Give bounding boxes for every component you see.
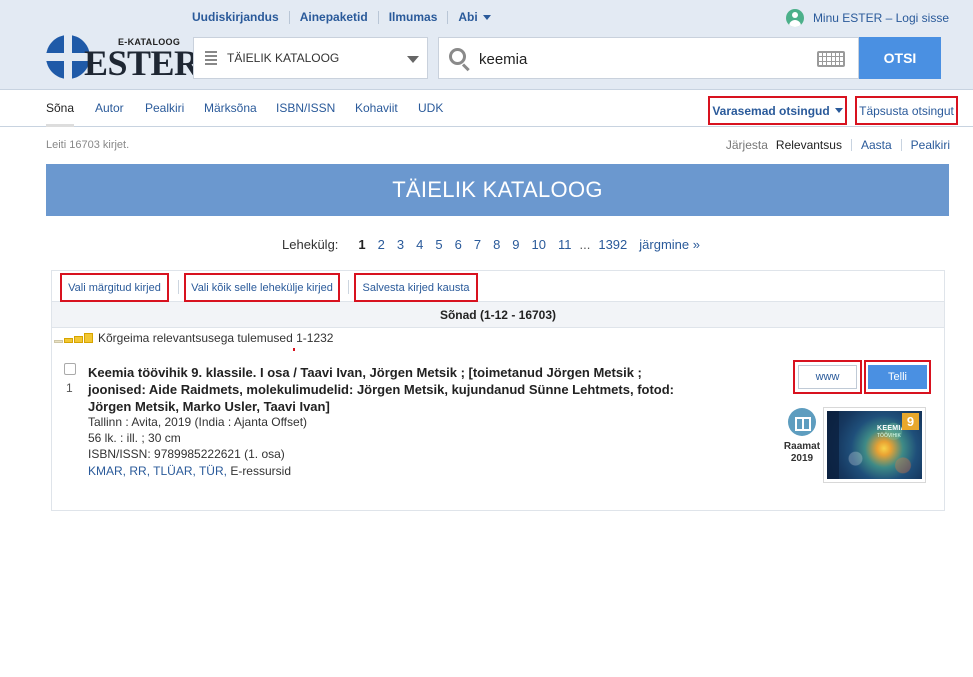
sort-relevance[interactable]: Relevantsus (776, 139, 851, 151)
header: Uudiskirjandus Ainepaketid Ilmumas Abi M… (0, 0, 973, 90)
holding-link-rr[interactable]: RR, (129, 464, 150, 478)
relevance-info: Kõrgeima relevantsusega tulemused 1-1232 (54, 331, 333, 345)
record-checkbox[interactable] (64, 363, 76, 375)
cover-subtitle: TÖÖVIHIK (877, 433, 901, 439)
pagination-label: Lehekülg: (282, 237, 339, 252)
page-2[interactable]: 2 (378, 237, 385, 252)
results-panel: Vali märgitud kirjed Vali kõik selle leh… (51, 270, 945, 511)
toolbar-divider (178, 280, 179, 294)
previous-searches-label: Varasemad otsingud (712, 103, 830, 118)
save-to-folder-button[interactable]: Salvesta kirjed kausta (354, 273, 478, 302)
catalog-select-value: TÄIELIK KATALOOG (227, 51, 340, 65)
book-cover-image[interactable]: KEEMIA TÖÖVIHIK 9 (823, 407, 926, 483)
search-icon (449, 48, 471, 72)
marker-dot (293, 348, 295, 351)
record-publication: Tallinn : Avita, 2019 (India : Ajanta Of… (88, 415, 308, 429)
chevron-down-icon (407, 56, 419, 63)
logo-title: ESTER (84, 43, 200, 83)
www-label: www (798, 365, 857, 389)
tab-autor[interactable]: Autor (95, 101, 124, 115)
page-10[interactable]: 10 (532, 237, 546, 252)
previous-searches-button[interactable]: Varasemad otsingud (708, 96, 847, 125)
record-physical: 56 lk. : ill. ; 30 cm (88, 431, 181, 445)
search-input[interactable] (479, 48, 799, 70)
page-5[interactable]: 5 (435, 237, 442, 252)
list-icon (205, 51, 217, 65)
results-count: Leiti 16703 kirjet. (46, 139, 130, 151)
refine-search-button[interactable]: Täpsusta otsingut (855, 96, 958, 125)
login-link[interactable]: Minu ESTER – Logi sisse (785, 9, 949, 27)
sort-year[interactable]: Aasta (850, 139, 901, 151)
select-page-button[interactable]: Vali kõik selle lehekülje kirjed (184, 273, 340, 302)
www-button[interactable]: www (793, 360, 862, 394)
chevron-down-icon (482, 15, 491, 20)
cover-grade: 9 (902, 413, 919, 430)
nav-uudiskirjandus[interactable]: Uudiskirjandus (182, 11, 289, 24)
catalog-select[interactable]: TÄIELIK KATALOOG (193, 37, 428, 79)
relevance-text: Kõrgeima relevantsusega tulemused 1-1232 (98, 331, 334, 345)
sort-title[interactable]: Pealkiri (900, 139, 950, 151)
page-9[interactable]: 9 (512, 237, 519, 252)
eresource-label: E-ressursid (230, 464, 291, 478)
page-3[interactable]: 3 (397, 237, 404, 252)
nav-ainepaketid[interactable]: Ainepaketid (288, 11, 378, 24)
results-toolbar: Vali märgitud kirjed Vali kõik selle leh… (52, 271, 944, 302)
tab-pealkiri[interactable]: Pealkiri (145, 101, 184, 115)
next-page-link[interactable]: järgmine » (639, 237, 700, 252)
record-year: 2019 (790, 453, 814, 464)
tab-udk[interactable]: UDK (418, 101, 443, 115)
record-type-label: Raamat (783, 441, 821, 452)
order-label: Telli (868, 365, 927, 389)
holding-link-kmar[interactable]: KMAR, (88, 464, 126, 478)
page-6[interactable]: 6 (455, 237, 462, 252)
book-icon (788, 408, 816, 436)
tab-sona[interactable]: Sõna (46, 101, 74, 115)
cover-art: KEEMIA TÖÖVIHIK 9 (827, 411, 922, 479)
page-last[interactable]: 1392 (598, 237, 627, 252)
nav-abi-label: Abi (458, 10, 478, 24)
record-title[interactable]: Keemia töövihik 9. klassile. I osa / Taa… (88, 364, 678, 415)
page-4[interactable]: 4 (416, 237, 423, 252)
page-7[interactable]: 7 (474, 237, 481, 252)
page-1: 1 (358, 237, 366, 252)
record-type: Raamat 2019 (774, 441, 830, 465)
search-button[interactable]: OTSI (859, 37, 941, 79)
top-nav: Uudiskirjandus Ainepaketid Ilmumas Abi (182, 11, 501, 24)
sort-options: Järjesta Relevantsus Aasta Pealkiri (726, 138, 950, 152)
toolbar-divider (348, 280, 349, 294)
record-number: 1 (66, 381, 73, 395)
record-isbn: ISBN/ISSN: 9789985222621 (1. osa) (88, 447, 285, 461)
active-tab-indicator (46, 124, 74, 127)
results-header: Sõnad (1-12 - 16703) (52, 302, 944, 328)
login-label: Minu ESTER – Logi sisse (812, 11, 949, 25)
catalog-banner: TÄIELIK KATALOOG (46, 164, 949, 216)
holding-link-tur[interactable]: TÜR, (199, 464, 227, 478)
user-icon (785, 9, 804, 27)
pagination-ellipsis: ... (579, 237, 591, 252)
search-box (438, 37, 859, 79)
order-button[interactable]: Telli (864, 360, 931, 394)
tab-isbn-issn[interactable]: ISBN/ISSN (276, 101, 335, 115)
ester-logo[interactable]: E-KATALOOG ESTER (46, 33, 200, 83)
page-8[interactable]: 8 (493, 237, 500, 252)
tab-kohaviit[interactable]: Kohaviit (355, 101, 398, 115)
keyboard-icon[interactable] (817, 51, 845, 67)
nav-abi[interactable]: Abi (447, 11, 500, 24)
holding-link-tluar[interactable]: TLÜAR, (153, 464, 196, 478)
pagination: Lehekülg: 1 2 3 4 5 6 7 8 9 10 11 ... 13… (0, 237, 973, 252)
record-holdings: KMAR, RR, TLÜAR, TÜR, E-ressursid (88, 464, 291, 478)
nav-ilmumas[interactable]: Ilmumas (377, 11, 448, 24)
page-11[interactable]: 11 (558, 237, 572, 252)
chevron-down-icon (834, 108, 843, 113)
relevance-bars-icon (54, 333, 94, 343)
sort-label: Järjesta (725, 138, 768, 152)
select-marked-button[interactable]: Vali märgitud kirjed (60, 273, 169, 302)
tab-marksona[interactable]: Märksõna (204, 101, 257, 115)
